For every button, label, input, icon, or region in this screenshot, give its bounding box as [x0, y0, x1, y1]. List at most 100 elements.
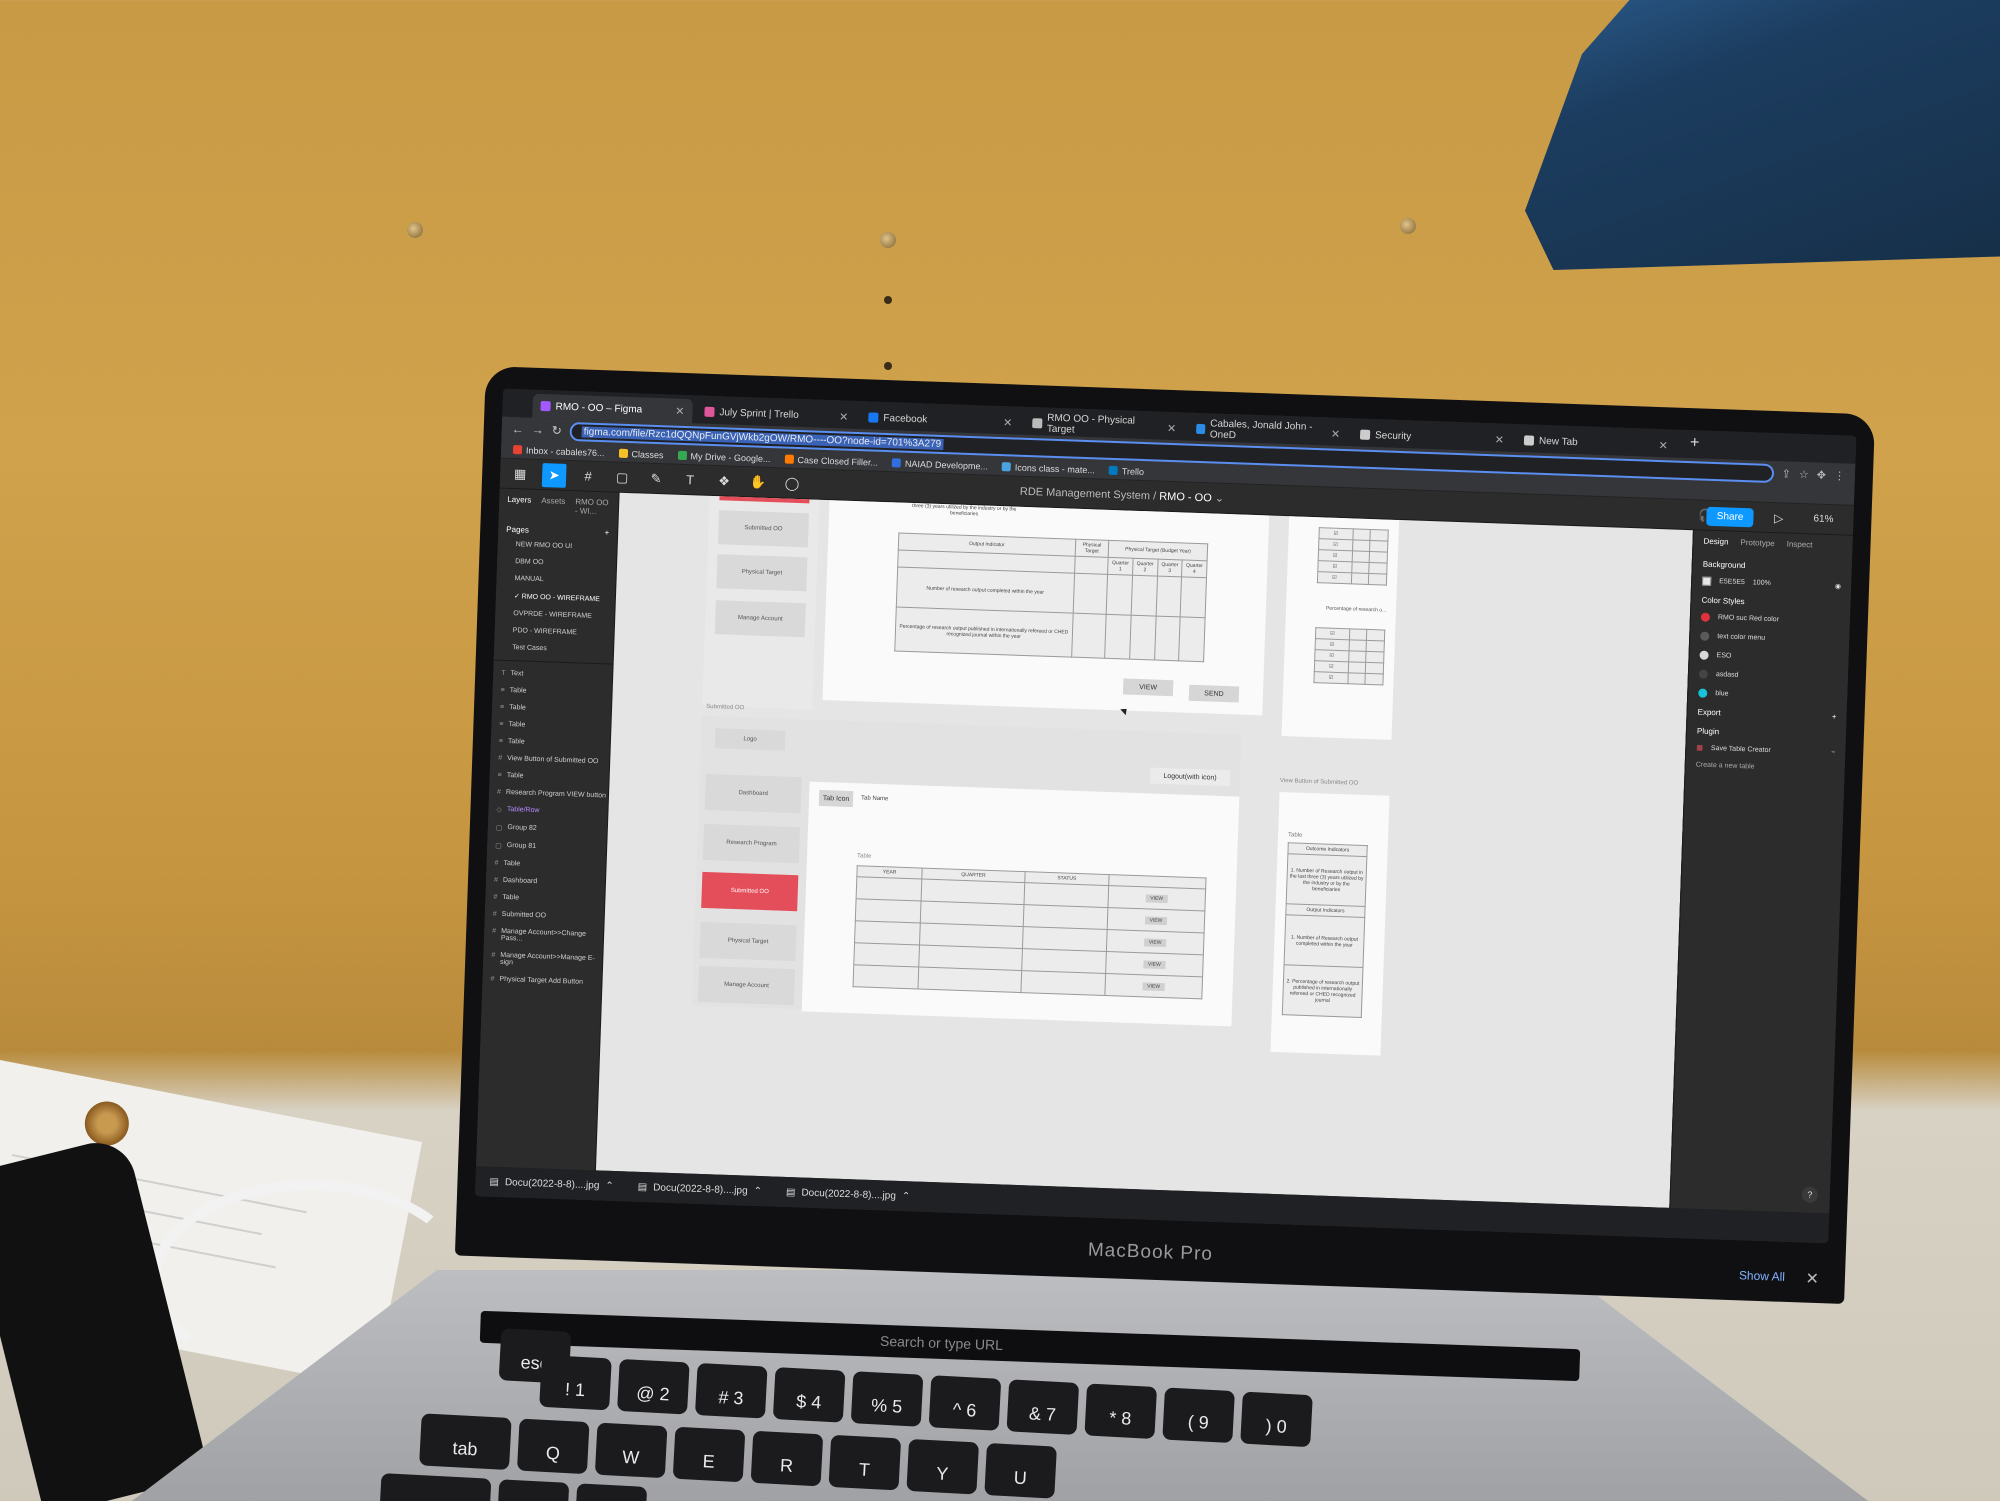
color-swatch[interactable]	[1698, 688, 1708, 698]
key[interactable]: ) 0	[1240, 1391, 1313, 1448]
plus-icon[interactable]: +	[1679, 434, 1709, 459]
close-icon[interactable]: ✕	[1003, 416, 1013, 429]
bookmark-item[interactable]: Inbox - cabales76...	[512, 445, 605, 458]
view-row-button[interactable]: VIEW	[1142, 981, 1166, 991]
nav-item[interactable]: Manage Account	[697, 965, 796, 1006]
view-row-button[interactable]: VIEW	[1143, 937, 1167, 947]
figma-menu-icon[interactable]: ▦	[508, 461, 533, 486]
move-tool-icon[interactable]: ➤	[541, 462, 567, 488]
color-style-item[interactable]: text color menu	[1700, 631, 1839, 646]
close-icon[interactable]: ✕	[1331, 427, 1341, 440]
key[interactable]: R	[750, 1430, 824, 1487]
tab-prototype[interactable]: Prototype	[1740, 538, 1775, 548]
key[interactable]: T	[828, 1434, 902, 1491]
close-icon[interactable]: ✕	[1658, 438, 1668, 451]
key[interactable]: ! 1	[539, 1354, 612, 1411]
share-page-icon[interactable]: ⇪	[1781, 467, 1791, 480]
extensions-icon[interactable]: ✥	[1817, 468, 1827, 481]
plugin-action[interactable]: Create a new table	[1696, 761, 1835, 773]
nav-item[interactable]: Dashboard	[704, 773, 802, 814]
key[interactable]: A	[496, 1479, 570, 1501]
shape-tool-icon[interactable]: ▢	[610, 465, 635, 490]
help-button[interactable]: ?	[1801, 1186, 1819, 1203]
key[interactable]: & 7	[1006, 1379, 1080, 1435]
forward-icon[interactable]: →	[532, 423, 544, 437]
key[interactable]: @ 2	[617, 1358, 690, 1415]
tab-layers[interactable]: Layers	[507, 495, 531, 514]
present-icon[interactable]: ▷	[1774, 511, 1784, 525]
key[interactable]: ( 9	[1162, 1387, 1235, 1444]
touchbar-search[interactable]: Search or type URL	[880, 1333, 1003, 1353]
reload-icon[interactable]: ↻	[552, 423, 563, 437]
download-item[interactable]: ▤ Docu(2022-8-8)....jpg ⌃	[638, 1181, 763, 1196]
star-icon[interactable]: ☆	[1799, 467, 1809, 480]
background-fill[interactable]: E5E5E5 100% ◉	[1702, 576, 1841, 591]
plus-icon[interactable]: +	[604, 528, 609, 537]
chevron-up-icon[interactable]: ⌃	[605, 1180, 614, 1191]
nav-item[interactable]: Physical Target	[699, 921, 797, 962]
key[interactable]: $ 4	[772, 1367, 846, 1423]
nav-manage-account[interactable]: Manage Account	[714, 600, 806, 638]
background-opacity[interactable]: 100%	[1753, 579, 1771, 587]
key[interactable]: % 5	[850, 1371, 924, 1427]
nav-item[interactable]: Research Program	[702, 823, 801, 864]
download-item[interactable]: ▤ Docu(2022-8-8)....jpg ⌃	[786, 1186, 911, 1201]
layer-item[interactable]: # Physical Target Add Button	[482, 970, 602, 991]
bookmark-item[interactable]: NAIAD Developme...	[891, 458, 988, 471]
comment-icon[interactable]: ◯	[780, 471, 805, 496]
background-hex[interactable]: E5E5E5	[1719, 578, 1745, 586]
share-button[interactable]: Share	[1706, 506, 1754, 528]
view-button[interactable]: VIEW	[1122, 678, 1174, 697]
tab-design[interactable]: Design	[1703, 537, 1728, 547]
color-style-item[interactable]: RMO suc Red color	[1700, 612, 1840, 627]
view-row-button[interactable]: VIEW	[1144, 915, 1168, 925]
nav-physical-target[interactable]: Physical Target	[716, 554, 808, 592]
chevron-up-icon[interactable]: ⌃	[753, 1185, 762, 1196]
key[interactable]: ^ 6	[928, 1375, 1002, 1431]
tab-assets[interactable]: Assets	[541, 496, 565, 515]
view-row-button[interactable]: VIEW	[1142, 959, 1166, 969]
key[interactable]: Y	[906, 1438, 980, 1495]
color-swatch[interactable]	[1700, 631, 1710, 641]
plugin-item[interactable]: ▦ Save Table Creator −	[1696, 743, 1835, 756]
frame-tool-icon[interactable]: #	[576, 464, 601, 489]
key[interactable]: * 8	[1084, 1383, 1158, 1440]
color-swatch[interactable]	[1698, 669, 1709, 679]
color-style-item[interactable]: asdasd	[1698, 669, 1838, 684]
eye-icon[interactable]: ◉	[1835, 582, 1841, 590]
close-icon[interactable]: ✕	[675, 404, 685, 417]
color-style-item[interactable]: ESO	[1699, 650, 1838, 665]
checkbox-cell[interactable]: ☑	[1317, 571, 1352, 584]
key[interactable]: U	[984, 1443, 1057, 1499]
key-caps-lock[interactable]: caps lock	[378, 1473, 492, 1501]
minus-icon[interactable]: −	[1831, 749, 1835, 756]
page-item[interactable]: Test Cases	[494, 638, 614, 659]
plus-icon[interactable]: +	[1832, 712, 1837, 721]
logo-placeholder[interactable]: Logo	[714, 728, 786, 751]
logout-button[interactable]: Logout(with icon)	[1149, 767, 1231, 787]
chevron-down-icon[interactable]: ⌄	[1215, 493, 1225, 505]
close-icon[interactable]: ✕	[1495, 433, 1505, 446]
figma-canvas[interactable]: Submitted OO Physical Target Manage Acco…	[595, 492, 1693, 1208]
pen-tool-icon[interactable]: ✎	[644, 466, 669, 491]
plugin-name[interactable]: Save Table Creator	[1711, 745, 1771, 754]
tab-icon[interactable]: Tab Icon	[818, 789, 854, 808]
key[interactable]: # 3	[694, 1362, 768, 1419]
bookmark-item[interactable]: Case Closed Filler...	[784, 454, 878, 467]
components-icon[interactable]: ❖	[712, 468, 737, 493]
nav-submitted-oo[interactable]: Submitted OO	[717, 510, 810, 548]
key[interactable]: W	[594, 1422, 668, 1479]
menu-dots-icon[interactable]: ⋮	[1834, 469, 1845, 482]
color-swatch[interactable]	[1700, 612, 1711, 622]
bookmark-item[interactable]: Classes	[618, 448, 664, 460]
key-tab[interactable]: tab	[419, 1413, 512, 1471]
tab-name[interactable]: Tab Name	[861, 795, 889, 802]
send-button[interactable]: SEND	[1188, 684, 1240, 703]
back-icon[interactable]: ←	[512, 422, 524, 436]
bookmark-item[interactable]: Icons class - mate...	[1001, 462, 1095, 475]
color-swatch[interactable]	[1699, 650, 1709, 660]
tab-inspect[interactable]: Inspect	[1787, 540, 1813, 550]
key[interactable]: Q	[516, 1418, 590, 1475]
file-name[interactable]: RMO - OO	[1159, 491, 1212, 505]
close-icon[interactable]: ✕	[1167, 421, 1177, 434]
